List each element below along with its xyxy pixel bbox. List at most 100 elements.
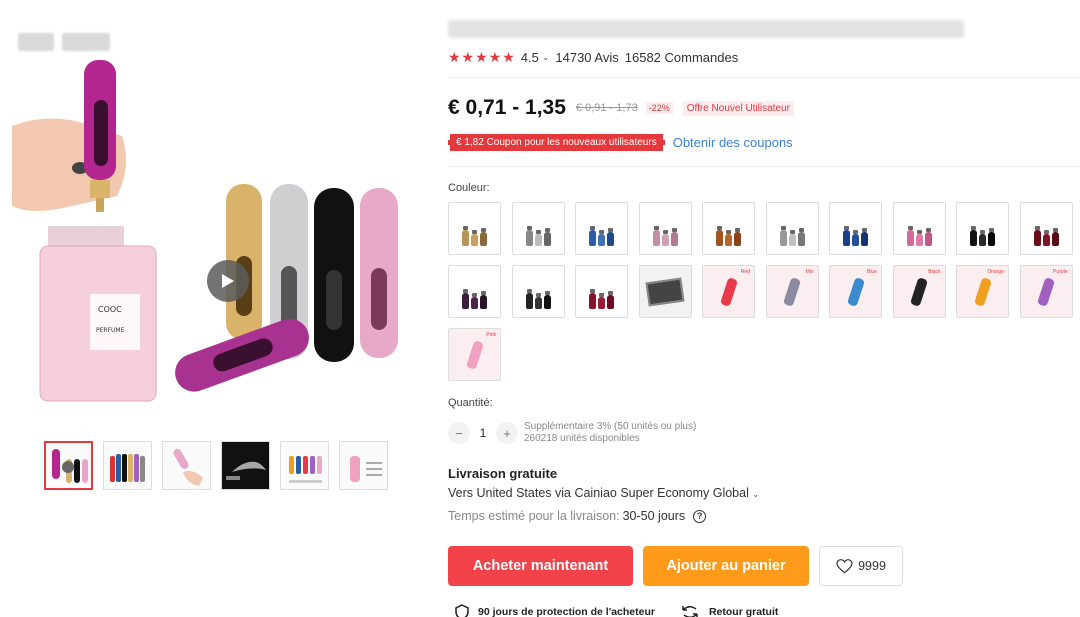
shipping-destination[interactable]: Vers United States via Cainiao Super Eco… bbox=[448, 486, 759, 500]
quantity-label: Quantité: bbox=[448, 397, 493, 409]
protection-text: 90 jours de protection de l'acheteur bbox=[478, 606, 655, 617]
wishlist-button[interactable]: 9999 bbox=[819, 546, 903, 586]
swatch-bottle bbox=[525, 289, 533, 309]
swatch-bottle bbox=[661, 230, 669, 246]
swatch-bottle bbox=[906, 226, 914, 246]
swatch-bottle bbox=[979, 230, 986, 246]
play-video-button[interactable] bbox=[207, 260, 249, 302]
color-swatches: Red Mix Blue Black Orange Purple Pink bbox=[448, 202, 1080, 381]
svg-text:COOC: COOC bbox=[98, 305, 122, 314]
color-swatch[interactable] bbox=[765, 202, 819, 255]
swatch-bottle bbox=[598, 230, 605, 246]
swatch-tag: Pink bbox=[486, 332, 496, 338]
swatch-tag: Orange bbox=[987, 269, 1004, 275]
rating-row: ★★★★★ 4.5 ⌄ 14730 Avis 16582 Commandes bbox=[448, 49, 738, 66]
color-swatch[interactable] bbox=[829, 202, 882, 255]
swatch-bottle bbox=[1033, 226, 1041, 246]
help-icon[interactable]: ? bbox=[693, 509, 707, 523]
swatch-bottle bbox=[543, 228, 551, 246]
color-swatch[interactable] bbox=[511, 202, 565, 255]
color-swatch[interactable]: Mix bbox=[765, 265, 819, 318]
quantity-minus-button[interactable]: − bbox=[448, 422, 470, 444]
get-coupons-link[interactable]: Obtenir des coupons bbox=[673, 135, 793, 150]
swatch-bottle bbox=[589, 289, 596, 309]
product-main-image[interactable]: COOC PERFUME bbox=[12, 56, 412, 428]
swatch-bottle bbox=[1036, 276, 1056, 307]
swatch-bottle bbox=[782, 276, 802, 307]
stock-available: 260218 unités disponibles bbox=[524, 433, 640, 444]
divider bbox=[448, 166, 1080, 167]
color-swatch[interactable] bbox=[638, 202, 692, 255]
buy-now-button[interactable]: Acheter maintenant bbox=[448, 546, 633, 586]
thumbnail-2[interactable] bbox=[103, 441, 152, 490]
gallery: COOC PERFUME bbox=[0, 0, 420, 617]
chevron-down-icon[interactable]: ⌄ bbox=[542, 52, 550, 63]
thumbnail-3[interactable] bbox=[162, 441, 211, 490]
add-to-cart-button[interactable]: Ajouter au panier bbox=[643, 546, 809, 586]
coupon-row: € 1,82 Coupon pour les nouveaux utilisat… bbox=[448, 134, 793, 151]
color-swatch[interactable] bbox=[511, 265, 565, 318]
chevron-down-icon[interactable]: ⌄ bbox=[752, 489, 760, 499]
swatch-bottle bbox=[670, 228, 678, 246]
shipping-title: Livraison gratuite bbox=[448, 466, 558, 481]
color-swatch[interactable] bbox=[448, 265, 501, 318]
swatch-bottle bbox=[543, 291, 551, 309]
swatch-bottle bbox=[534, 293, 542, 309]
eta-label: Temps estimé pour la livraison: bbox=[448, 509, 620, 523]
store-logo bbox=[18, 33, 110, 51]
color-swatch[interactable] bbox=[638, 265, 692, 318]
rating-value[interactable]: 4.5 bbox=[521, 50, 539, 65]
swatch-bottle bbox=[480, 228, 487, 246]
heart-icon bbox=[836, 558, 853, 573]
quantity-stepper: − 1 + Supplémentaire 3% (50 unités ou pl… bbox=[448, 421, 696, 445]
swatch-bottle bbox=[924, 228, 932, 246]
thumbnail-5[interactable] bbox=[280, 441, 329, 490]
quantity-info: Supplémentaire 3% (50 unités ou plus) 26… bbox=[524, 421, 696, 445]
divider bbox=[448, 77, 1080, 78]
swatch-tag: Purple bbox=[1053, 269, 1068, 275]
original-price: € 0,91 - 1,73 bbox=[575, 102, 638, 114]
thumbnail-1[interactable] bbox=[44, 441, 93, 490]
product-info: ★★★★★ 4.5 ⌄ 14730 Avis 16582 Commandes €… bbox=[448, 0, 1080, 617]
thumbnail-4[interactable] bbox=[221, 441, 270, 490]
swatch-bottle bbox=[534, 230, 542, 246]
swatch-tag: Blue bbox=[866, 269, 877, 275]
wishlist-count: 9999 bbox=[858, 559, 886, 573]
swatch-bottle bbox=[988, 228, 995, 246]
coupon-badge: € 1,82 Coupon pour les nouveaux utilisat… bbox=[448, 134, 665, 151]
bulk-discount-note: Supplémentaire 3% (50 unités ou plus) bbox=[524, 421, 697, 432]
color-swatch[interactable]: Red bbox=[702, 265, 755, 318]
swatch-tag: Black bbox=[928, 269, 941, 275]
swatch-bottle bbox=[607, 291, 614, 309]
swatch-bottle bbox=[1051, 228, 1059, 246]
swatch-bottle bbox=[1042, 230, 1050, 246]
color-swatch[interactable] bbox=[575, 202, 628, 255]
color-swatch[interactable]: Black bbox=[892, 265, 946, 318]
color-swatch[interactable]: Orange bbox=[956, 265, 1009, 318]
return-icon bbox=[682, 606, 698, 617]
eta-value: 30-50 jours bbox=[622, 509, 686, 523]
color-label: Couleur: bbox=[448, 182, 490, 194]
swatch-bottle bbox=[970, 226, 977, 246]
color-swatch[interactable] bbox=[448, 202, 501, 255]
shipping-method: Vers United States via Cainiao Super Eco… bbox=[448, 486, 749, 500]
color-swatch[interactable] bbox=[1019, 202, 1073, 255]
color-swatch[interactable] bbox=[575, 265, 628, 318]
swatch-bottle bbox=[846, 276, 865, 307]
swatch-tag: Mix bbox=[805, 269, 814, 275]
reviews-count[interactable]: 14730 Avis bbox=[555, 50, 618, 65]
color-swatch[interactable]: Blue bbox=[829, 265, 882, 318]
swatch-bottle bbox=[797, 228, 805, 246]
quantity-plus-button[interactable]: + bbox=[496, 422, 518, 444]
quantity-input[interactable]: 1 bbox=[470, 426, 496, 440]
color-swatch[interactable]: Purple bbox=[1019, 265, 1073, 318]
color-swatch[interactable]: Pink bbox=[448, 328, 501, 381]
swatch-bottle bbox=[462, 226, 469, 246]
shield-icon bbox=[455, 604, 469, 617]
new-user-offer-badge: Offre Nouvel Utilisateur bbox=[682, 100, 794, 116]
swatch-bottle bbox=[607, 228, 614, 246]
thumbnail-6[interactable] bbox=[339, 441, 388, 490]
color-swatch[interactable] bbox=[892, 202, 946, 255]
color-swatch[interactable] bbox=[702, 202, 755, 255]
color-swatch[interactable] bbox=[956, 202, 1009, 255]
